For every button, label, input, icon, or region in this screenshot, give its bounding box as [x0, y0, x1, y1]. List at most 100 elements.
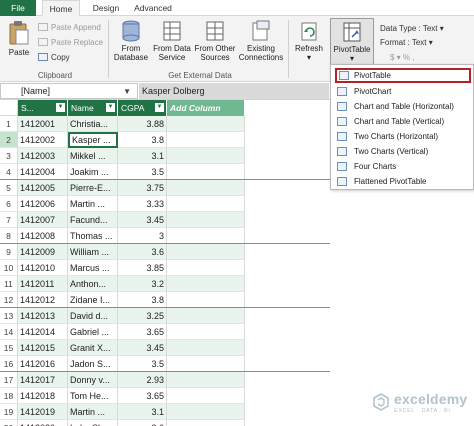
cell-add-column[interactable] [167, 388, 245, 404]
cell-add-column[interactable] [167, 324, 245, 340]
cell-name[interactable]: Anthon... [68, 276, 118, 292]
row-number[interactable]: 17 [0, 372, 18, 388]
tab-file[interactable]: File [0, 0, 36, 16]
cell-name[interactable]: Gabriel ... [68, 324, 118, 340]
cell-add-column[interactable] [167, 148, 245, 164]
column-header-id[interactable]: S... ▼ [18, 100, 68, 116]
cell-id[interactable]: 1412004 [18, 164, 68, 180]
row-number[interactable]: 16 [0, 356, 18, 372]
paste-button[interactable]: Paste [6, 20, 32, 57]
data-type-dropdown[interactable]: Data Type : Text ▾ [380, 23, 444, 34]
cell-add-column[interactable] [167, 420, 245, 426]
tab-home[interactable]: Home [42, 0, 80, 16]
cell-add-column[interactable] [167, 212, 245, 228]
cell-name[interactable]: Mikkel ... [68, 148, 118, 164]
cell-id[interactable]: 1412002 [18, 132, 68, 148]
row-number[interactable]: 2 [0, 132, 18, 148]
cell-cgpa[interactable]: 3.8 [118, 132, 167, 148]
cell-id[interactable]: 1412016 [18, 356, 68, 372]
cell-id[interactable]: 1412015 [18, 340, 68, 356]
cell-name[interactable]: Donny v... [68, 372, 118, 388]
cell-id[interactable]: 1412010 [18, 260, 68, 276]
cell-add-column[interactable] [167, 196, 245, 212]
cell-add-column[interactable] [167, 356, 245, 372]
menu-item-two-charts-horizontal[interactable]: Two Charts (Horizontal) [335, 129, 471, 144]
row-number[interactable]: 9 [0, 244, 18, 260]
row-number[interactable]: 11 [0, 276, 18, 292]
format-dropdown[interactable]: Format : Text ▾ [380, 37, 433, 48]
cell-name[interactable]: Tom He... [68, 388, 118, 404]
cell-cgpa[interactable]: 3 [118, 228, 167, 244]
cell-cgpa[interactable]: 3.6 [118, 420, 167, 426]
cell-name[interactable]: Facund... [68, 212, 118, 228]
cell-id[interactable]: 1412011 [18, 276, 68, 292]
from-database-button[interactable]: From Database [112, 20, 150, 62]
row-number[interactable]: 13 [0, 308, 18, 324]
tab-advanced[interactable]: Advanced [130, 0, 176, 16]
cell-name[interactable]: Martin ... [68, 404, 118, 420]
cell-cgpa[interactable]: 3.45 [118, 212, 167, 228]
cell-add-column[interactable] [167, 180, 245, 196]
copy-button[interactable]: Copy [38, 52, 70, 63]
cell-id[interactable]: 1412001 [18, 116, 68, 132]
cell-id[interactable]: 1412003 [18, 148, 68, 164]
cell-cgpa[interactable]: 3.1 [118, 148, 167, 164]
row-number[interactable]: 19 [0, 404, 18, 420]
cell-id[interactable]: 1412019 [18, 404, 68, 420]
from-other-sources-button[interactable]: From Other Sources [194, 20, 236, 62]
cell-name[interactable]: Granit X... [68, 340, 118, 356]
cell-name[interactable]: Christia... [68, 116, 118, 132]
paste-replace-button[interactable]: Paste Replace [38, 37, 103, 48]
menu-item-flattened-pivottable[interactable]: Flattened PivotTable [335, 174, 471, 189]
filter-dropdown-icon[interactable]: ▼ [56, 103, 65, 112]
cell-cgpa[interactable]: 3.33 [118, 196, 167, 212]
cell-add-column[interactable] [167, 340, 245, 356]
cell-id[interactable]: 1412014 [18, 324, 68, 340]
cell-cgpa[interactable]: 3.8 [118, 292, 167, 308]
cell-id[interactable]: 1412008 [18, 228, 68, 244]
row-number[interactable]: 12 [0, 292, 18, 308]
refresh-button[interactable]: Refresh ▾ [292, 20, 326, 62]
cell-name[interactable]: Pierre-E... [68, 180, 118, 196]
row-number[interactable]: 15 [0, 340, 18, 356]
cell-cgpa[interactable]: 3.6 [118, 244, 167, 260]
cell-add-column[interactable] [167, 164, 245, 180]
cell-cgpa[interactable]: 3.75 [118, 180, 167, 196]
pivottable-button[interactable]: PivotTable ▾ [330, 18, 374, 70]
cell-add-column[interactable] [167, 228, 245, 244]
paste-append-button[interactable]: Paste Append [38, 22, 101, 33]
formula-input[interactable]: Kasper Dolberg [139, 83, 329, 99]
row-number[interactable]: 14 [0, 324, 18, 340]
cell-name[interactable]: Thomas ... [68, 228, 118, 244]
cell-id[interactable]: 1412009 [18, 244, 68, 260]
menu-item-four-charts[interactable]: Four Charts [335, 159, 471, 174]
cell-id[interactable]: 1412020 [18, 420, 68, 426]
cell-add-column[interactable] [167, 260, 245, 276]
cell-name[interactable]: Jadon S... [68, 356, 118, 372]
cell-cgpa[interactable]: 3.65 [118, 324, 167, 340]
tab-design[interactable]: Design [88, 0, 124, 16]
column-header-cgpa[interactable]: CGPA ▼ [118, 100, 167, 116]
cell-cgpa[interactable]: 2.93 [118, 372, 167, 388]
cell-name[interactable]: Kasper ... [68, 132, 118, 148]
cell-cgpa[interactable]: 3.5 [118, 164, 167, 180]
cell-name[interactable]: David d... [68, 308, 118, 324]
cell-id[interactable]: 1412017 [18, 372, 68, 388]
existing-connections-button[interactable]: Existing Connections [238, 20, 284, 62]
row-number[interactable]: 18 [0, 388, 18, 404]
cell-name[interactable]: William ... [68, 244, 118, 260]
cell-id[interactable]: 1412013 [18, 308, 68, 324]
menu-item-pivottable[interactable]: PivotTable [335, 68, 471, 83]
filter-dropdown-icon[interactable]: ▼ [106, 103, 115, 112]
row-number[interactable]: 6 [0, 196, 18, 212]
cell-add-column[interactable] [167, 372, 245, 388]
cell-cgpa[interactable]: 3.85 [118, 260, 167, 276]
column-header-name[interactable]: Name ▼ [68, 100, 118, 116]
cell-cgpa[interactable]: 3.45 [118, 340, 167, 356]
cell-name[interactable]: Luke Sh... [68, 420, 118, 426]
cell-id[interactable]: 1412012 [18, 292, 68, 308]
cell-name[interactable]: Joakim ... [68, 164, 118, 180]
cell-cgpa[interactable]: 3.25 [118, 308, 167, 324]
name-box[interactable]: [Name] ▼ [0, 83, 138, 99]
cell-id[interactable]: 1412006 [18, 196, 68, 212]
